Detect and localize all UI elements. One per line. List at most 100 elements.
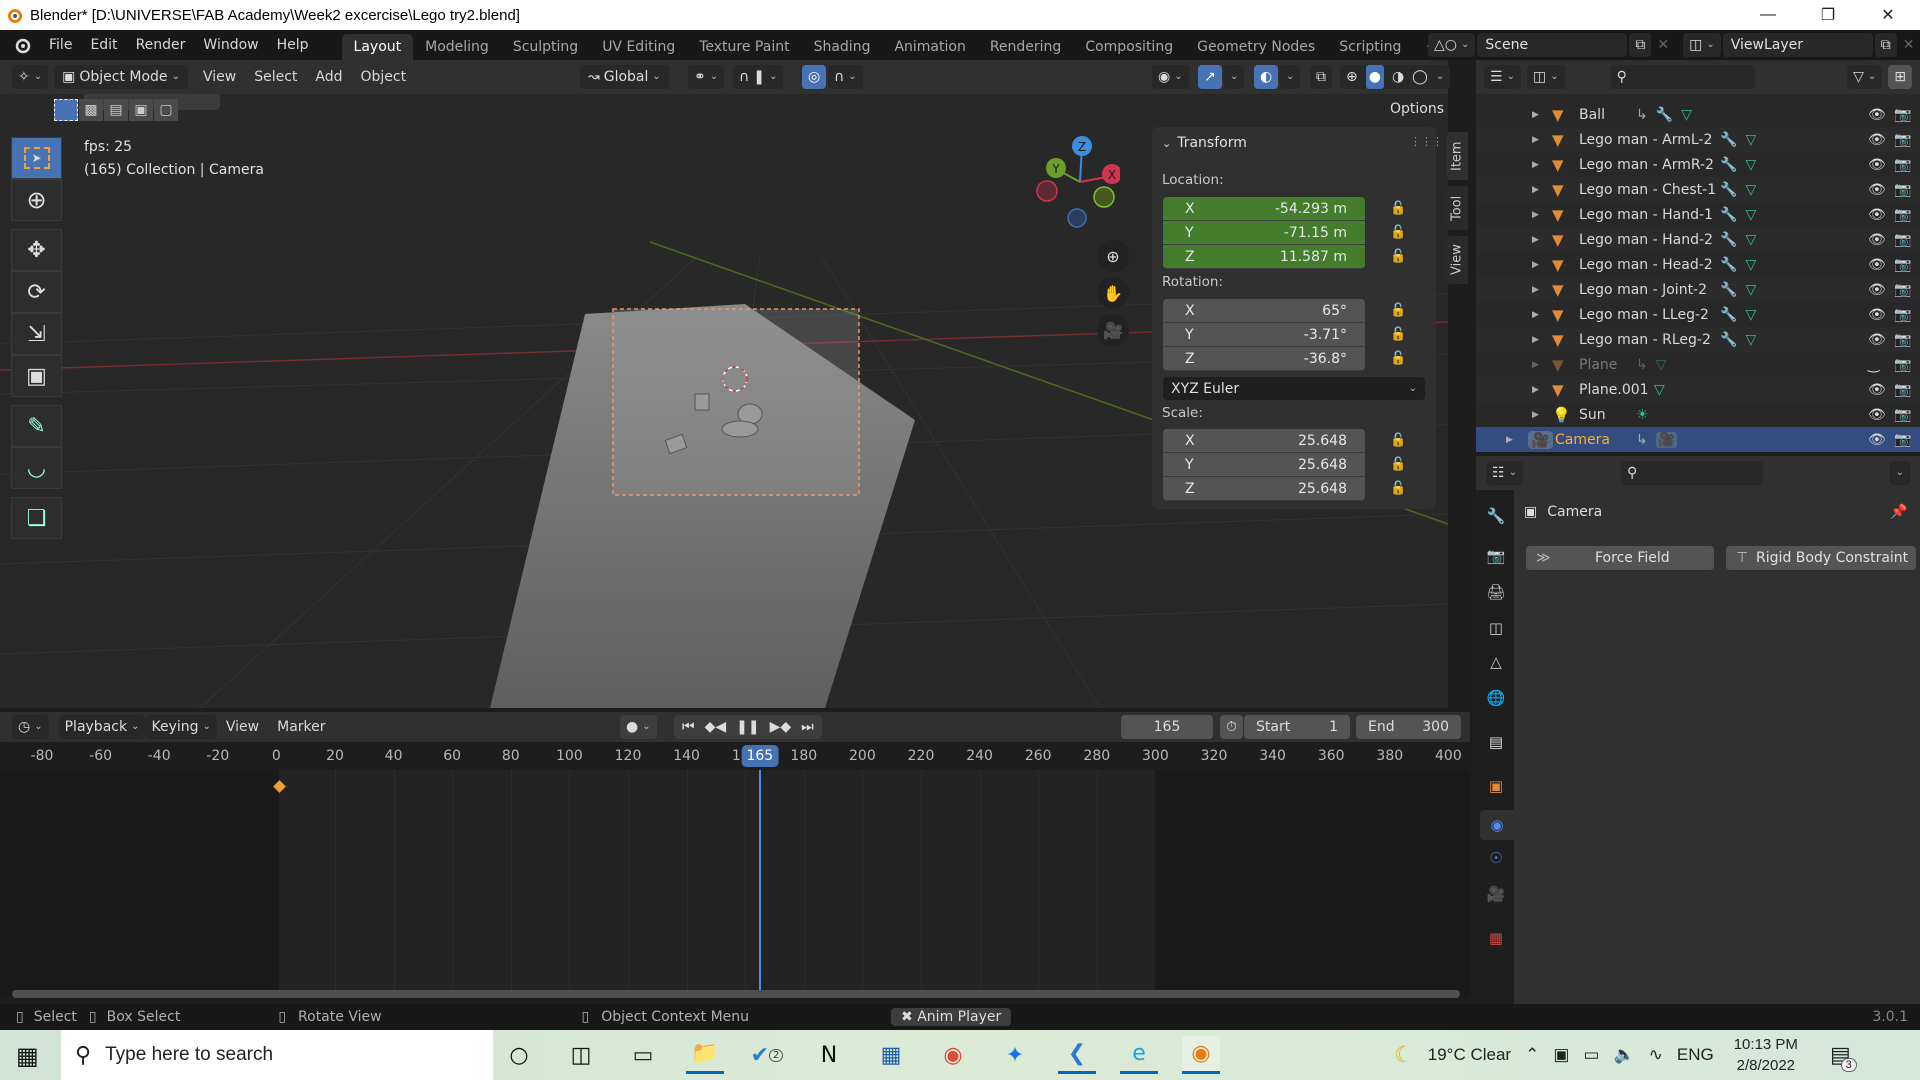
falloff-button[interactable]: ∩ ⌄ bbox=[828, 65, 863, 89]
overlays-toggle[interactable]: ◐ bbox=[1254, 65, 1279, 89]
outliner-row[interactable]: ▶ ▼ Lego man - LLeg-2 🔧 ▽ 👁 📷 bbox=[1476, 302, 1920, 327]
lock-location-x-icon[interactable]: 🔓 bbox=[1390, 201, 1408, 217]
mesh-data-icon[interactable]: ▽ bbox=[1745, 182, 1756, 198]
render-camera-icon[interactable]: 📷 bbox=[1894, 257, 1911, 273]
start-frame-field[interactable]: Start 1 bbox=[1244, 715, 1350, 739]
tool-select-box[interactable]: ➤ bbox=[11, 137, 62, 179]
visibility-eye-icon[interactable]: 👁 bbox=[1868, 232, 1886, 248]
tab-rendering[interactable]: Rendering bbox=[978, 34, 1074, 60]
mesh-data-icon[interactable]: ▽ bbox=[1681, 107, 1692, 123]
outliner-item-name[interactable]: Lego man - Hand-2 bbox=[1579, 232, 1713, 248]
render-camera-icon[interactable]: 📷 bbox=[1894, 432, 1911, 448]
show-hidden-icons[interactable]: ⌃ bbox=[1525, 1045, 1539, 1065]
material-shading-icon[interactable]: ◑ bbox=[1392, 65, 1404, 89]
mode-selector[interactable]: ▣ Object Mode ⌄ bbox=[54, 65, 188, 89]
language-indicator[interactable]: ENG bbox=[1677, 1045, 1714, 1065]
lock-scale-x-icon[interactable]: 🔓 bbox=[1390, 433, 1408, 449]
blender-taskbar-icon[interactable]: ◉ bbox=[1182, 1036, 1220, 1074]
expand-arrow-icon[interactable]: ▶ bbox=[1532, 310, 1539, 320]
render-camera-icon[interactable]: 📷 bbox=[1894, 407, 1911, 423]
rendered-shading-icon[interactable]: ◯ bbox=[1412, 65, 1428, 89]
volume-icon[interactable]: 🔈 bbox=[1613, 1045, 1634, 1065]
camera-view-icon[interactable]: 🎥 bbox=[1097, 314, 1129, 346]
modifier-icon[interactable]: 🔧 bbox=[1720, 282, 1737, 298]
outliner-item-name[interactable]: Lego man - Joint-2 bbox=[1579, 282, 1707, 298]
auto-keying-toggle[interactable]: ● ⌄ bbox=[620, 715, 657, 739]
lock-scale-z-icon[interactable]: 🔓 bbox=[1390, 481, 1408, 497]
display-mode-button[interactable]: ◫ ⌄ bbox=[1526, 65, 1565, 89]
preview-range-toggle[interactable]: ⏱ bbox=[1220, 715, 1243, 739]
expand-arrow-icon[interactable]: ▶ bbox=[1532, 235, 1539, 245]
outliner-item-name[interactable]: Camera bbox=[1555, 432, 1610, 448]
object-properties-tab[interactable]: ▣ bbox=[1486, 776, 1506, 796]
location-x-field[interactable]: X -54.293 m bbox=[1163, 197, 1365, 221]
output-properties-tab[interactable]: 🖨 bbox=[1486, 582, 1506, 602]
expand-arrow-icon[interactable]: ▶ bbox=[1532, 110, 1539, 120]
options-button[interactable]: Options⌄ bbox=[1384, 98, 1448, 120]
delete-viewlayer-icon[interactable]: ✕ bbox=[1899, 37, 1919, 53]
camera-data-properties-tab[interactable]: 🎥 bbox=[1486, 884, 1506, 904]
world-properties-tab[interactable]: 🌐 bbox=[1486, 688, 1506, 708]
mesh-data-icon[interactable]: ▽ bbox=[1654, 382, 1665, 398]
tool-measure[interactable]: ◡ bbox=[11, 447, 62, 489]
modifier-icon[interactable]: 🔧 bbox=[1720, 182, 1737, 198]
tab-shading[interactable]: Shading bbox=[802, 34, 883, 60]
menu-render[interactable]: Render bbox=[127, 30, 195, 60]
mesh-data-icon[interactable]: ▽ bbox=[1745, 257, 1756, 273]
orientation-selector[interactable]: ↝ Global ⌄ bbox=[580, 65, 669, 89]
expand-arrow-icon[interactable]: ▶ bbox=[1532, 185, 1539, 195]
scale-y-field[interactable]: Y 25.648 bbox=[1163, 453, 1365, 477]
outliner-row[interactable]: ▶ ▼ Lego man - ArmR-2 🔧 ▽ 👁 📷 bbox=[1476, 152, 1920, 177]
meet-now-icon[interactable]: ▣ bbox=[1553, 1045, 1569, 1065]
visibility-eye-icon[interactable]: 👁 bbox=[1868, 407, 1886, 423]
editor-type-button[interactable]: ✧ ⌄ bbox=[12, 65, 49, 89]
timeline-area[interactable] bbox=[0, 770, 1470, 998]
visibility-eye-icon[interactable]: 👁 bbox=[1868, 282, 1886, 298]
modifier-icon[interactable]: 🔧 bbox=[1720, 307, 1737, 323]
outliner-row[interactable]: ▶ 💡 Sun ☀ 👁 📷 bbox=[1476, 402, 1920, 427]
constraints-properties-tab[interactable]: ☉ bbox=[1486, 848, 1506, 868]
new-collection-button[interactable]: ⊞ bbox=[1888, 65, 1912, 89]
new-viewlayer-button[interactable]: ⧉ bbox=[1874, 33, 1897, 57]
xray-toggle[interactable]: ⧉ bbox=[1310, 65, 1332, 89]
todo-icon[interactable]: ✔ 2 bbox=[748, 1036, 786, 1074]
timeline-scrollbar[interactable] bbox=[12, 990, 1460, 998]
scale-z-field[interactable]: Z 25.648 bbox=[1163, 477, 1365, 501]
gizmo-dropdown[interactable]: ⌄ bbox=[1224, 65, 1245, 89]
modifier-icon[interactable]: 🔧 bbox=[1720, 232, 1737, 248]
outliner-row[interactable]: ▶ ▼ Lego man - Hand-2 🔧 ▽ 👁 📷 bbox=[1476, 227, 1920, 252]
tool-properties-tab[interactable]: 🔧 bbox=[1486, 506, 1506, 526]
render-camera-icon[interactable]: 📷 bbox=[1894, 132, 1911, 148]
outliner-item-name[interactable]: Lego man - Chest-1 bbox=[1579, 182, 1716, 198]
visibility-selector[interactable]: ◉ ⌄ bbox=[1152, 65, 1189, 89]
modifier-icon[interactable]: 🔧 bbox=[1720, 332, 1737, 348]
clock[interactable]: 10:13 PM 2/8/2022 bbox=[1734, 1034, 1798, 1076]
menu-object[interactable]: Object bbox=[352, 62, 416, 92]
restore-button[interactable]: ❐ bbox=[1800, 0, 1856, 30]
outliner-row[interactable]: ▶ ▼ Lego man - Hand-1 🔧 ▽ 👁 📷 bbox=[1476, 202, 1920, 227]
tab-sculpting[interactable]: Sculpting bbox=[501, 34, 590, 60]
menu-add[interactable]: Add bbox=[306, 62, 351, 92]
outliner-item-name[interactable]: Lego man - ArmR-2 bbox=[1579, 157, 1714, 173]
sidebar-tab-item[interactable]: Item bbox=[1446, 132, 1468, 180]
outliner-item-name[interactable]: Plane bbox=[1579, 357, 1617, 373]
lock-location-y-icon[interactable]: 🔓 bbox=[1390, 225, 1408, 241]
outliner-editor-type-button[interactable]: ☰ ⌄ bbox=[1484, 65, 1521, 89]
next-keyframe-icon[interactable]: ▶◆ bbox=[770, 715, 792, 739]
tool-annotate[interactable]: ✎ bbox=[11, 405, 62, 447]
mesh-data-icon[interactable]: ▽ bbox=[1745, 207, 1756, 223]
lock-rotation-z-icon[interactable]: 🔓 bbox=[1390, 351, 1408, 367]
weather-text[interactable]: 19°C Clear bbox=[1428, 1045, 1511, 1065]
visibility-eye-icon[interactable]: 👁 bbox=[1868, 307, 1886, 323]
render-camera-icon[interactable]: 📷 bbox=[1894, 207, 1911, 223]
visibility-eye-icon[interactable]: 👁 bbox=[1868, 182, 1886, 198]
sticky-notes-icon[interactable]: ▭ bbox=[624, 1036, 662, 1074]
visibility-eye-icon[interactable]: ‿ bbox=[1868, 357, 1879, 373]
taskbar-search-input[interactable]: ⚲ Type here to search bbox=[61, 1030, 493, 1080]
properties-editor-type-button[interactable]: ☷ ⌄ bbox=[1486, 461, 1523, 485]
outliner-item-name[interactable]: Plane.001 bbox=[1579, 382, 1649, 398]
menu-window[interactable]: Window bbox=[194, 30, 267, 60]
tab-geometry-nodes[interactable]: Geometry Nodes bbox=[1185, 34, 1327, 60]
render-camera-icon[interactable]: 📷 bbox=[1894, 182, 1911, 198]
lock-scale-y-icon[interactable]: 🔓 bbox=[1390, 457, 1408, 473]
